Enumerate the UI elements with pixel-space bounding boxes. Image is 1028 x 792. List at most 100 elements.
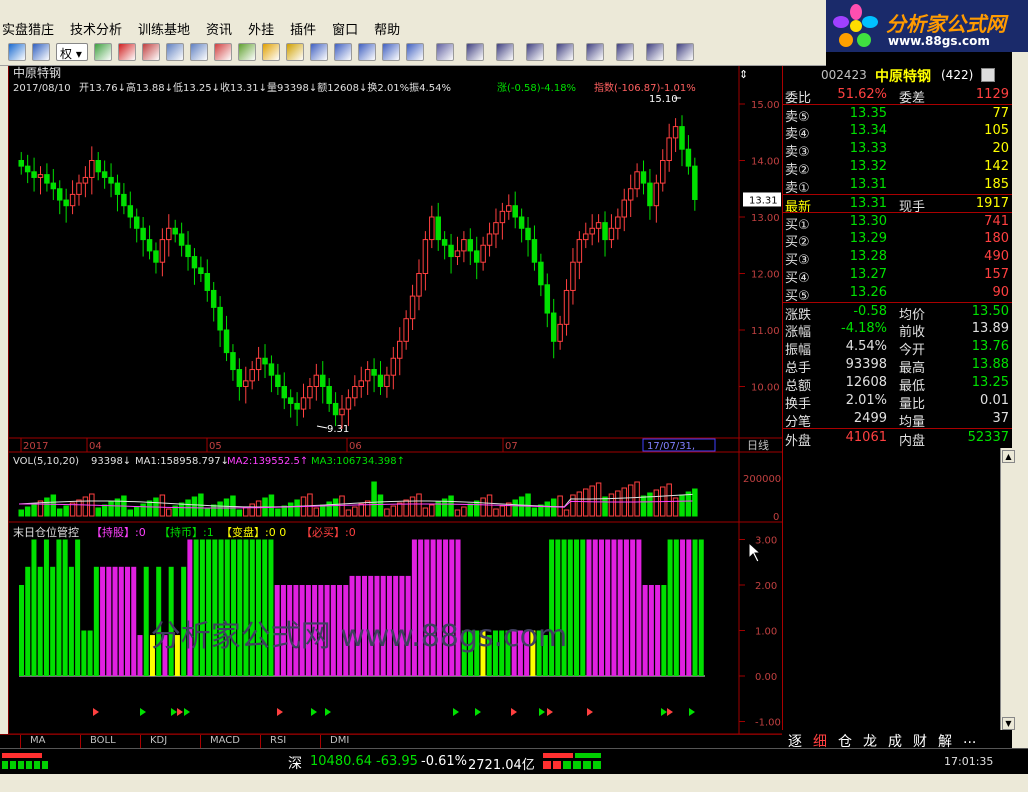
menu-item-6[interactable]: 窗口 xyxy=(332,19,358,38)
vol-bar xyxy=(589,485,595,517)
candle-body xyxy=(300,397,307,410)
vol-value: 93398↓ xyxy=(91,456,131,467)
toolbar: 权 ▾ xyxy=(0,38,826,66)
warning-icon[interactable] xyxy=(262,43,280,61)
quan-icon[interactable]: 权 ▾ xyxy=(56,43,88,61)
quote-row: 买① 13.30 741 xyxy=(783,212,1013,233)
ind-bar xyxy=(561,539,567,676)
vol-bar xyxy=(384,508,390,517)
line-icon[interactable] xyxy=(466,43,484,61)
menu-item-7[interactable]: 帮助 xyxy=(374,19,400,38)
gear-icon[interactable] xyxy=(286,43,304,61)
chart-svg[interactable]: 中原特钢 2017/08/10 开13.76↓高13.88↓低13.25↓收13.3… xyxy=(9,65,783,735)
chart2-icon[interactable] xyxy=(358,43,376,61)
candle-body xyxy=(95,160,101,173)
indicator-tab-dmi[interactable]: DMI xyxy=(330,735,349,749)
menu-item-0[interactable]: 实盘猎庄 xyxy=(2,19,54,38)
hline-icon[interactable] xyxy=(496,43,514,61)
price-tick: 13.00 xyxy=(751,213,780,224)
fan-icon[interactable] xyxy=(556,43,574,61)
indicator-tab-rsi[interactable]: RSI xyxy=(270,735,286,749)
quote-name: 中原特钢 xyxy=(875,69,931,85)
doc-icon[interactable] xyxy=(166,43,184,61)
indicator-tab-kdj[interactable]: KDJ xyxy=(150,735,167,749)
candle-body xyxy=(133,216,140,229)
quote-date: 2017/08/10 xyxy=(13,83,71,94)
candle-body xyxy=(570,261,576,291)
scrollbar[interactable]: ▲ ▼ xyxy=(1000,448,1016,732)
grid-icon[interactable] xyxy=(94,43,112,61)
ind-bar xyxy=(68,566,74,676)
menu-item-3[interactable]: 资讯 xyxy=(206,19,232,38)
vol-bar xyxy=(640,495,647,517)
close-red-icon[interactable] xyxy=(118,43,136,61)
candle-body xyxy=(595,222,602,229)
vol-bar xyxy=(448,495,454,517)
high-label: 15.10 xyxy=(649,94,678,105)
vol-bar xyxy=(672,497,679,517)
menu-item-2[interactable]: 训练基地 xyxy=(138,19,190,38)
indicator-tab-macd[interactable]: MACD xyxy=(210,735,240,749)
rect-icon[interactable] xyxy=(646,43,664,61)
vol-bar xyxy=(268,494,275,517)
menu-item-1[interactable]: 技术分析 xyxy=(70,19,122,38)
quote-row: 涨跌 -0.58 均价 13.50 xyxy=(783,302,1013,323)
doc2-icon[interactable] xyxy=(190,43,208,61)
ellipse-icon[interactable] xyxy=(676,43,694,61)
table-icon[interactable] xyxy=(334,43,352,61)
draw-icon[interactable] xyxy=(436,43,454,61)
ind-bar xyxy=(443,539,449,676)
chart-area[interactable]: 中原特钢 2017/08/10 开13.76↓高13.88↓低13.25↓收13.3… xyxy=(8,65,783,735)
ind-bar xyxy=(25,566,31,676)
scroll-up-icon[interactable]: ▲ xyxy=(1002,450,1015,463)
parallel-icon[interactable] xyxy=(616,43,634,61)
vline-icon[interactable] xyxy=(526,43,544,61)
ind-tick: 1.00 xyxy=(755,627,777,638)
vol-bar xyxy=(294,499,300,517)
indicator-tab-boll[interactable]: BOLL xyxy=(90,735,116,749)
quote-value: 4.54% xyxy=(845,339,887,354)
ind-bar xyxy=(118,566,124,676)
quote-value2: 185 xyxy=(984,177,1009,192)
candle-body xyxy=(409,295,416,320)
ind-bar xyxy=(605,539,611,676)
candle-body xyxy=(217,306,223,331)
scroll-down-icon[interactable]: ▼ xyxy=(1002,717,1015,730)
menu-item-4[interactable]: 外挂 xyxy=(248,19,274,38)
flower-logo-icon xyxy=(833,4,878,47)
vol-bar xyxy=(358,503,364,517)
ind-bar xyxy=(81,630,87,676)
chart3-icon[interactable] xyxy=(382,43,400,61)
money-icon[interactable] xyxy=(238,43,256,61)
candle-body xyxy=(583,233,589,241)
alert-icon[interactable] xyxy=(214,43,232,61)
vol-bar xyxy=(146,500,153,517)
vol-bar xyxy=(18,509,24,517)
left-border xyxy=(0,66,8,734)
quote-row: 买③ 13.28 490 xyxy=(783,248,1013,268)
bars-icon[interactable] xyxy=(142,43,160,61)
vol-bar xyxy=(56,508,63,517)
ind-bar xyxy=(268,539,274,676)
quote-value: -0.58 xyxy=(853,304,887,319)
candle-body xyxy=(461,239,467,252)
cross-icon[interactable] xyxy=(8,43,26,61)
candle-body xyxy=(557,323,563,342)
chart-icon[interactable] xyxy=(310,43,328,61)
menu-item-5[interactable]: 插件 xyxy=(290,19,316,38)
vol-bar xyxy=(275,508,281,517)
candle-body xyxy=(198,267,204,275)
ind-bar xyxy=(187,539,193,676)
vol-bar xyxy=(454,509,461,517)
chart4-icon[interactable] xyxy=(406,43,424,61)
chart-small-icon[interactable] xyxy=(981,68,995,82)
vol-bar xyxy=(159,494,166,517)
signal-arrow-icon xyxy=(689,708,695,716)
candle-body xyxy=(320,374,326,388)
channel-icon[interactable] xyxy=(586,43,604,61)
candle-body xyxy=(76,182,82,195)
quote-tab-7[interactable]: ... xyxy=(963,731,976,747)
indicator-tab-ma[interactable]: MA xyxy=(30,735,45,749)
quote-value2: 157 xyxy=(984,267,1009,282)
layout-icon[interactable] xyxy=(32,43,50,61)
